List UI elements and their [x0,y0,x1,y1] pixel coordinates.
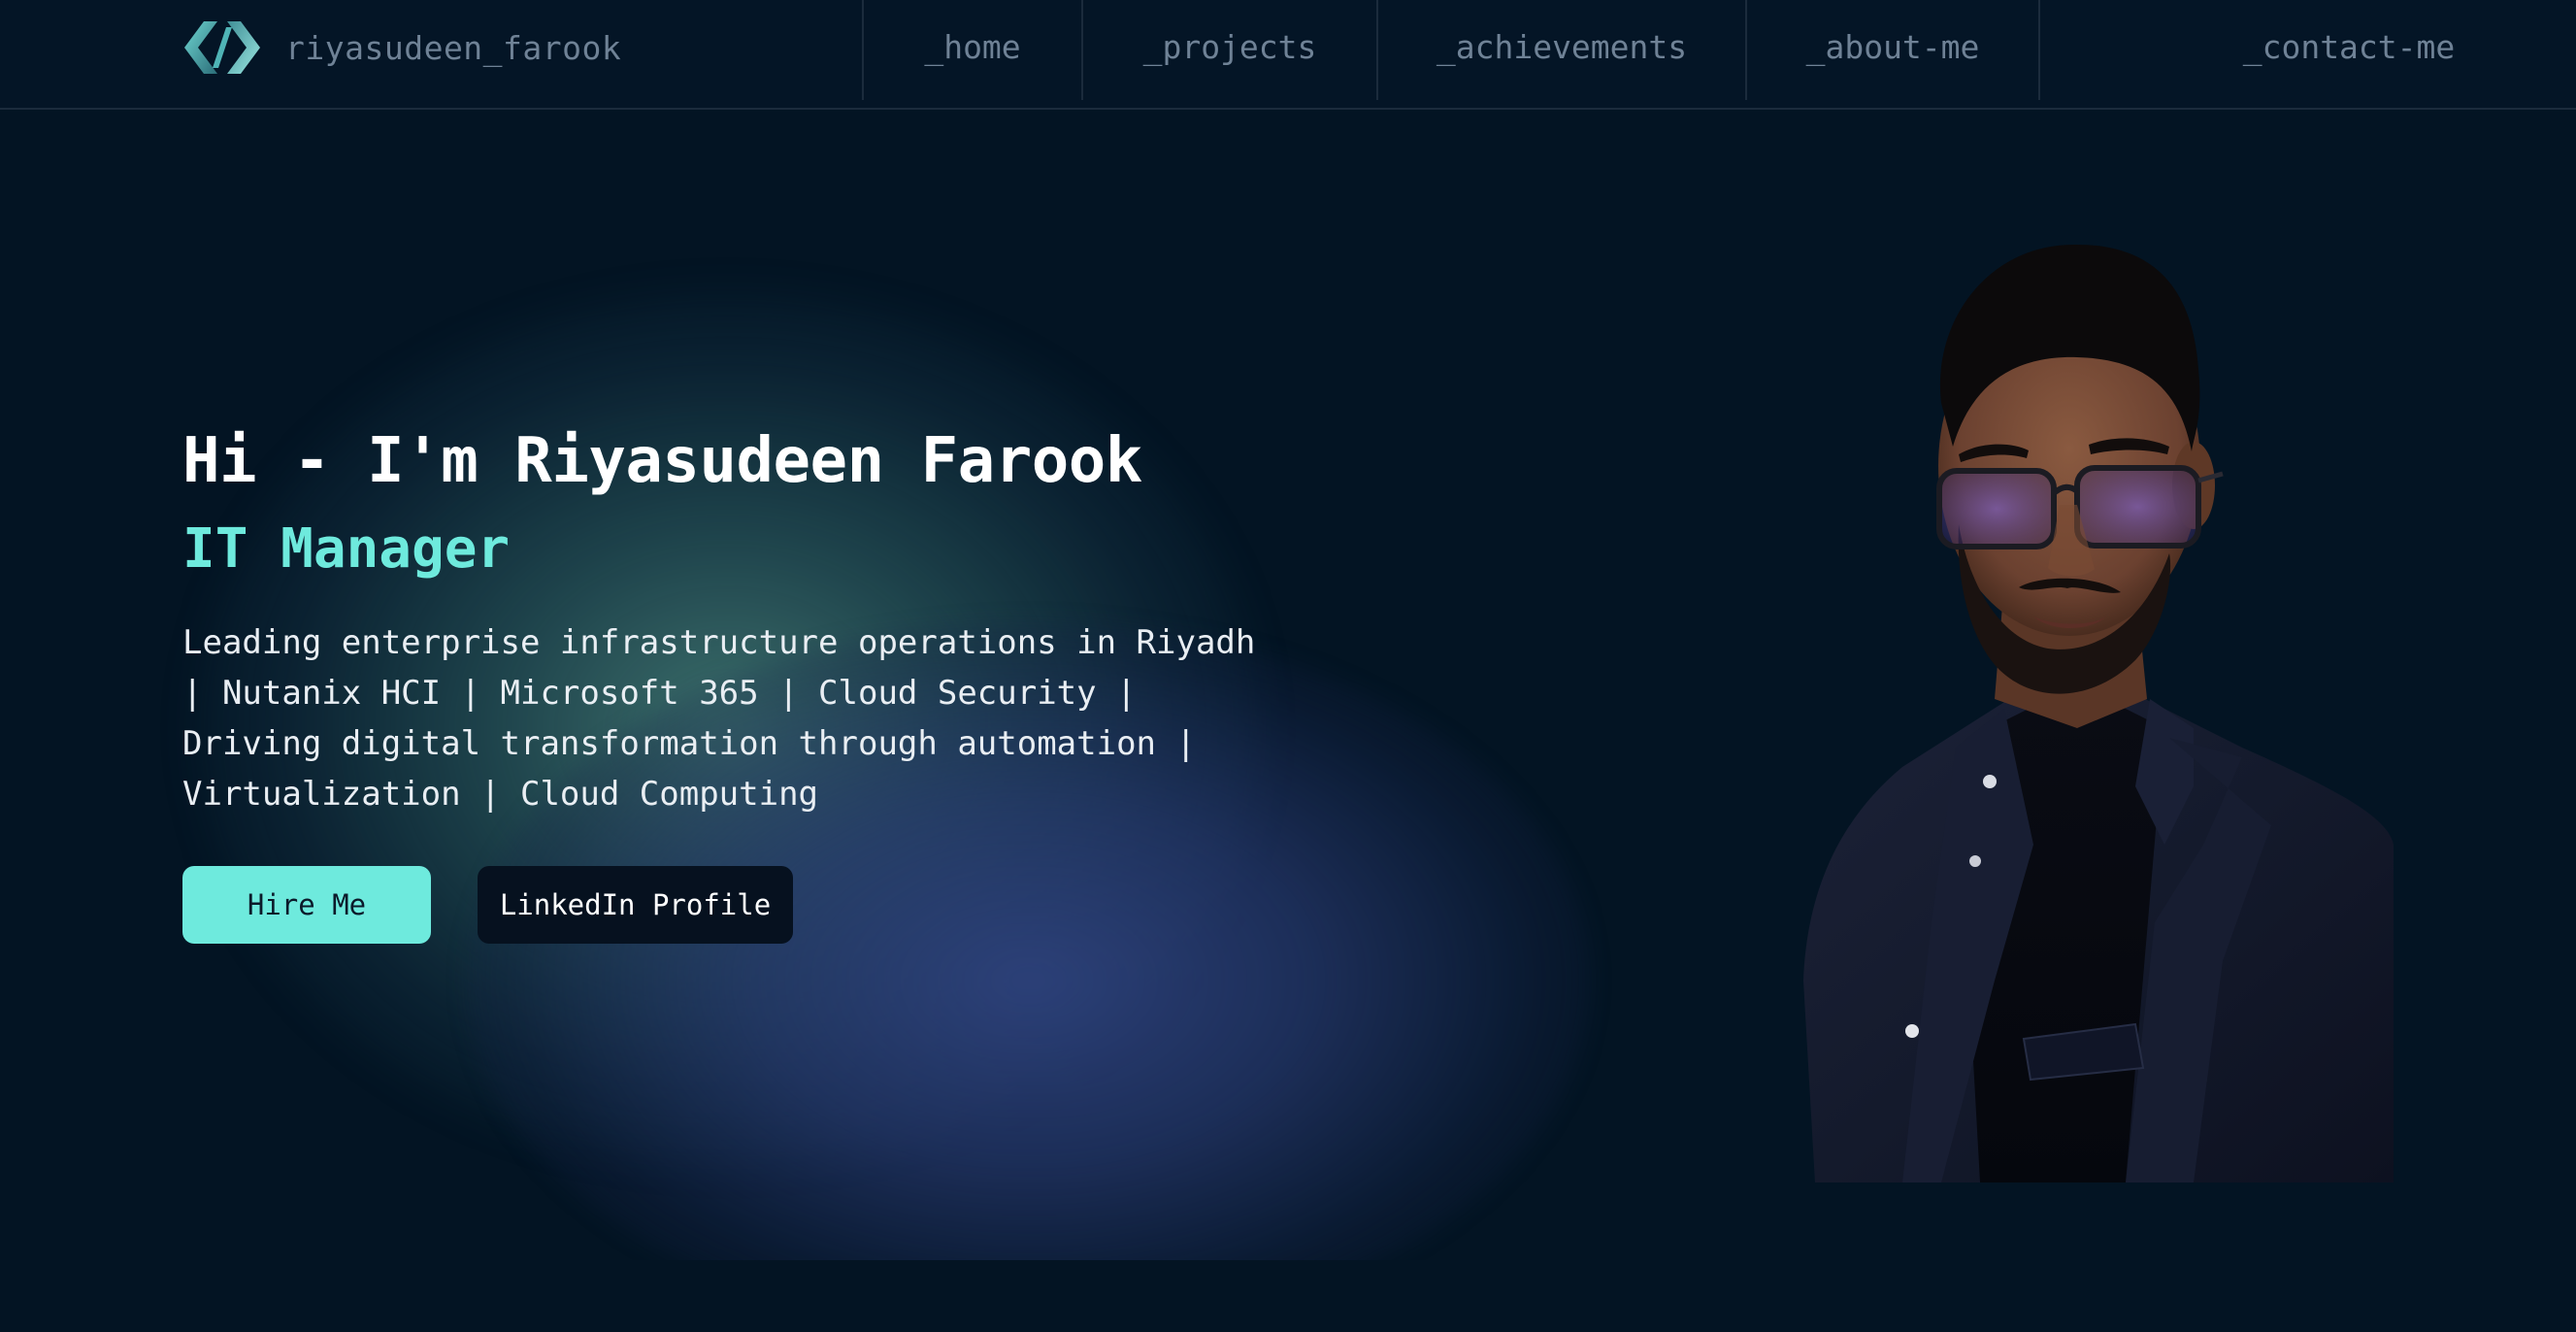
profile-photo [1803,244,2394,1182]
hire-me-button[interactable]: Hire Me [182,866,431,944]
hero-bottom-band [0,1260,2576,1332]
nav-item-projects[interactable]: _projects [1083,21,1376,74]
brand[interactable]: riyasudeen_farook [182,17,621,78]
nav-item-home[interactable]: _home [864,21,1081,74]
nav-item-contact-me[interactable]: _contact-me [2223,21,2475,74]
nav-divider [2038,0,2040,100]
portfolio-page: riyasudeen_farook _home _projects _achie… [0,0,2576,1332]
brand-name: riyasudeen_farook [285,28,622,67]
hero-greeting: Hi - I'm Riyasudeen Farook [182,425,1142,497]
top-navbar: riyasudeen_farook _home _projects _achie… [0,0,2576,110]
nav-item-achievements[interactable]: _achievements [1378,21,1745,74]
hero-role: IT Manager [182,517,511,581]
code-brackets-icon [184,21,260,74]
nav-item-about-me[interactable]: _about-me [1747,21,2038,74]
linkedin-profile-button[interactable]: LinkedIn Profile [478,866,793,944]
hero-description: Leading enterprise infrastructure operat… [182,623,1256,814]
